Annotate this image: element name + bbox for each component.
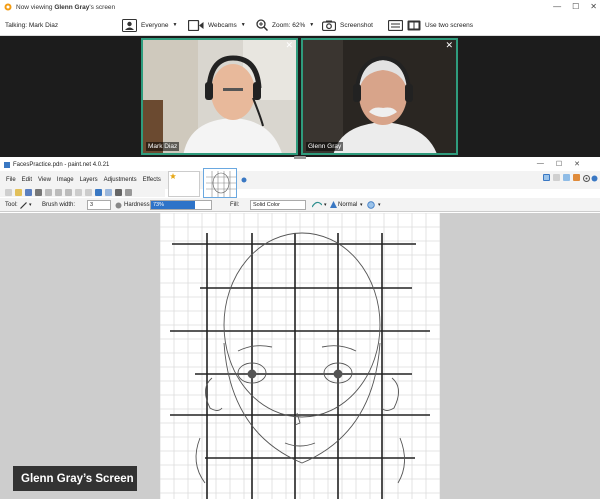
viewer-toolbar: Talking: Mark Diaz Everyone ▼ Webcams ▼ … (0, 14, 600, 36)
blend-mode-icon (330, 201, 337, 208)
hardness-icon (115, 202, 122, 209)
two-screens-button[interactable]: Use two screens (388, 17, 473, 33)
grid-icon[interactable] (115, 188, 122, 196)
star-icon (170, 173, 176, 179)
chevron-down-icon[interactable]: ▾ (378, 202, 381, 208)
paintnet-title: FacesPractice.pdn - paint.net 4.0.21 (13, 162, 110, 168)
settings-icon[interactable] (583, 175, 590, 182)
deselect-icon[interactable] (85, 188, 92, 196)
zoom-label: Zoom: 62% (272, 21, 306, 29)
webcams-button[interactable]: Webcams ▼ (188, 17, 246, 33)
webcams-label: Webcams (208, 21, 237, 29)
chevron-down-icon: ▼ (240, 22, 246, 28)
talking-indicator: Talking: Mark Diaz (5, 22, 59, 29)
zoom-icon (256, 19, 268, 31)
paste-icon[interactable] (65, 188, 72, 196)
view-controls (543, 174, 580, 181)
chevron-down-icon[interactable]: ▾ (29, 202, 32, 208)
hardness-fill: 73% (151, 201, 195, 209)
image-thumbnail-1[interactable] (168, 171, 200, 197)
thumbnail-grid-preview (206, 171, 236, 197)
redo-icon[interactable] (105, 188, 112, 196)
close-icon[interactable]: ✕ (445, 40, 453, 51)
minimize-icon[interactable]: — (537, 160, 544, 168)
face-sketch-drawing (159, 212, 441, 499)
screenshot-label: Screenshot (340, 21, 373, 29)
screen-owner-label: Glenn Gray’s Screen (13, 466, 137, 491)
paintnet-toolbar (0, 187, 165, 197)
fill-label: Fill: (230, 202, 240, 208)
menu-item-effects[interactable]: Effects (143, 177, 161, 183)
history-window-icon[interactable] (553, 174, 560, 181)
menu-item-image[interactable]: Image (57, 177, 74, 183)
outer-titlebar: Now viewing Glenn Gray's screen — ☐ ✕ (0, 0, 600, 14)
blend-mode-value[interactable]: Normal (338, 202, 357, 208)
window-title: Now viewing Glenn Gray's screen (16, 3, 116, 11)
webcam-name-mark-diaz: Mark Diaz (146, 142, 180, 151)
star-icon (241, 177, 247, 183)
keyboard-icon (388, 19, 403, 31)
menu-item-adjustments[interactable]: Adjustments (104, 177, 137, 183)
menu-item-layers[interactable]: Layers (80, 177, 98, 183)
menu-list: File Edit View Image Layers Adjustments Effect… (6, 177, 161, 183)
close-icon[interactable]: ✕ (574, 160, 580, 168)
menu-item-view[interactable]: View (38, 177, 51, 183)
chevron-down-icon[interactable]: ▾ (360, 202, 363, 208)
webcam-tile-glenn-gray[interactable]: Glenn Gray ✕ (301, 38, 458, 155)
maximize-icon[interactable]: ☐ (556, 160, 562, 168)
zoom-button[interactable]: Zoom: 62% ▼ (256, 17, 314, 33)
webcam-name-glenn-gray: Glenn Gray (306, 142, 344, 151)
everyone-button[interactable]: Everyone ▼ (122, 17, 177, 33)
two-screens-label: Use two screens (425, 21, 474, 29)
people-icon (122, 18, 137, 32)
help-icon[interactable] (591, 175, 598, 182)
chevron-down-icon[interactable]: ▾ (324, 202, 327, 208)
tools-window-icon[interactable] (543, 174, 550, 181)
two-screens-icon (407, 20, 421, 30)
tool-label: Tool: (5, 202, 18, 208)
minimize-icon[interactable]: — (553, 2, 561, 11)
open-icon[interactable] (15, 188, 22, 196)
selection-mode-icon[interactable] (367, 201, 375, 209)
paintnet-titlebar: FacesPractice.pdn - paint.net 4.0.21 — ☐… (0, 159, 600, 171)
copy-icon[interactable] (55, 188, 62, 196)
paintnet-icon (4, 162, 10, 168)
chevron-down-icon: ▼ (309, 22, 315, 28)
screenshot-camera-icon (322, 20, 336, 31)
drawing-canvas[interactable] (159, 212, 441, 499)
antialiasing-icon[interactable] (312, 201, 322, 208)
undo-icon[interactable] (95, 188, 102, 196)
new-image-icon[interactable] (5, 188, 12, 196)
colors-window-icon[interactable] (573, 174, 580, 181)
close-icon[interactable]: ✕ (590, 2, 597, 11)
maximize-icon[interactable]: ☐ (572, 2, 579, 11)
save-icon[interactable] (25, 188, 32, 196)
webcam-video-mark-diaz (143, 40, 296, 153)
screenshot-button[interactable]: Screenshot (322, 17, 373, 33)
webcam-tile-mark-diaz[interactable]: Mark Diaz ✕ (141, 38, 298, 155)
webcam-video-glenn-gray (303, 40, 456, 153)
camera-icon (188, 19, 204, 31)
hardness-label: Hardness: (124, 202, 152, 208)
chevron-down-icon: ▼ (172, 22, 178, 28)
ruler-icon[interactable] (125, 188, 132, 196)
hardness-slider[interactable]: 73% (150, 200, 212, 210)
print-icon[interactable] (35, 188, 42, 196)
image-thumbnail-2-active[interactable] (203, 168, 237, 198)
cut-icon[interactable] (45, 188, 52, 196)
pencil-icon[interactable] (20, 202, 27, 209)
webcam-strip (0, 36, 600, 157)
crop-icon[interactable] (75, 188, 82, 196)
everyone-label: Everyone (141, 21, 169, 29)
brush-width-label: Brush width: (42, 202, 76, 208)
brush-width-input[interactable]: 3 (87, 200, 111, 210)
layers-window-icon[interactable] (563, 174, 570, 181)
fill-select[interactable]: Solid Color (250, 200, 306, 210)
menu-item-edit[interactable]: Edit (22, 177, 32, 183)
app-logo-icon (4, 3, 12, 11)
close-icon[interactable]: ✕ (285, 40, 293, 51)
menu-item-file[interactable]: File (6, 177, 16, 183)
